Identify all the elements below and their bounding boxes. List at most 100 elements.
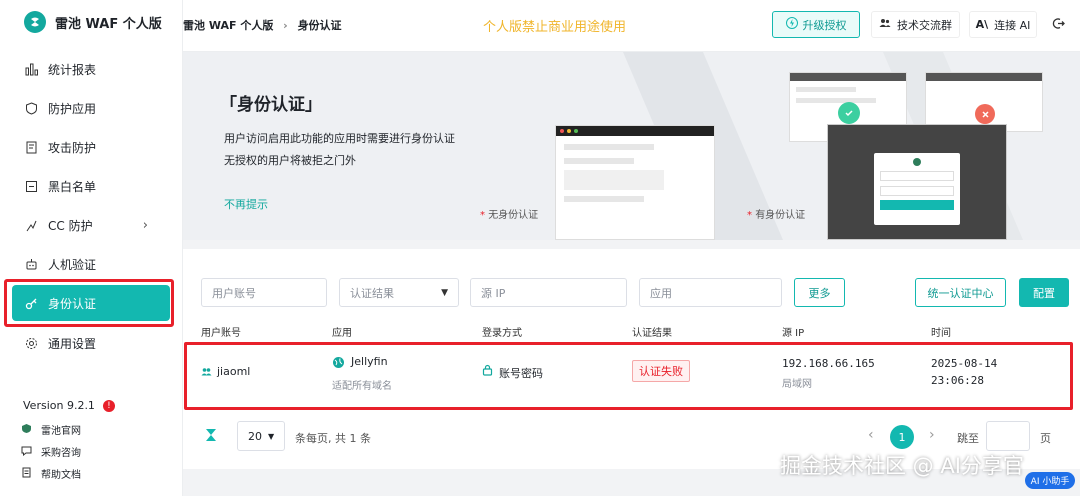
- jump-label: 跳至: [957, 432, 979, 445]
- caption-star: *: [480, 210, 485, 221]
- doc-icon: [21, 467, 32, 481]
- caption-star: *: [747, 210, 752, 221]
- version-info: Version 9.2.1 !: [23, 399, 115, 412]
- caret-down-icon: ▼: [268, 431, 275, 441]
- gear-icon: [24, 336, 38, 350]
- intro-banner: 「身份认证」 用户访问启用此功能的应用时需要进行身份认证 无授权的用户将被拒之门…: [183, 52, 1080, 240]
- sidebar: 雷池 WAF 个人版 统计报表 防护应用 攻击防护 黑白名单 CC 防护 › 人…: [0, 0, 183, 496]
- brand-mini-icon: [202, 426, 220, 447]
- more-filters-button[interactable]: 更多: [794, 278, 845, 307]
- col-header-user: 用户账号: [201, 328, 241, 339]
- col-header-result: 认证结果: [632, 328, 672, 339]
- page-1-button[interactable]: 1: [890, 425, 914, 449]
- sso-center-button[interactable]: 统一认证中心: [915, 278, 1006, 307]
- col-header-app: 应用: [332, 328, 352, 339]
- logo-icon: [24, 11, 46, 33]
- mock-browser-no-auth: [555, 125, 715, 240]
- sidebar-item-label: 攻击防护: [48, 140, 97, 155]
- chevron-right-icon: ›: [142, 217, 148, 233]
- highlight-box: [4, 279, 174, 327]
- sidebar-item-blacklist[interactable]: 黑白名单: [12, 168, 170, 204]
- sidebar-item-apps[interactable]: 防护应用: [12, 90, 170, 126]
- bolt-icon: [785, 17, 798, 32]
- caption-text: 有身份认证: [755, 210, 806, 221]
- sidebar-item-settings[interactable]: 通用设置: [12, 325, 170, 361]
- link-docs[interactable]: 帮助文档: [21, 466, 81, 481]
- connect-ai-button[interactable]: A\ 连接 AI: [969, 11, 1037, 38]
- pager-summary: 条每页, 共 1 条: [295, 432, 371, 445]
- col-header-time: 时间: [931, 328, 951, 339]
- version-text: Version 9.2.1: [23, 399, 95, 412]
- sidebar-item-stats[interactable]: 统计报表: [12, 51, 170, 87]
- sidebar-item-cc[interactable]: CC 防护 ›: [12, 207, 170, 243]
- group-icon: [879, 17, 891, 32]
- sidebar-item-label: 通用设置: [48, 336, 97, 351]
- sidebar-item-label: 黑白名单: [48, 179, 97, 194]
- app-logo[interactable]: 雷池 WAF 个人版: [24, 11, 162, 33]
- filter-ip-input[interactable]: 源 IP: [470, 278, 627, 307]
- cc-icon: [24, 218, 38, 232]
- update-badge[interactable]: !: [102, 399, 115, 412]
- banner-desc-1: 用户访问启用此功能的应用时需要进行身份认证: [224, 132, 455, 145]
- filter-app-input[interactable]: 应用: [639, 278, 782, 307]
- upgrade-label: 升级授权: [802, 18, 847, 32]
- col-header-login: 登录方式: [482, 328, 522, 339]
- breadcrumb: 雷池 WAF 个人版 › 身份认证: [183, 17, 342, 33]
- chart-icon: [24, 62, 38, 76]
- ai-assistant-button[interactable]: AI 小助手: [1025, 472, 1075, 489]
- link-label: 雷池官网: [41, 426, 81, 437]
- breadcrumb-separator: ›: [283, 19, 288, 32]
- highlight-box: [184, 342, 1073, 410]
- ai-label: 连接 AI: [994, 18, 1031, 32]
- logout-icon: [1052, 17, 1065, 33]
- sidebar-item-captcha[interactable]: 人机验证: [12, 246, 170, 282]
- deny-shield-icon: [975, 104, 995, 124]
- prev-page-button[interactable]: ‹: [868, 427, 874, 443]
- sidebar-item-attack[interactable]: 攻击防护: [12, 129, 170, 165]
- mock-auth-window: [827, 124, 1007, 240]
- attack-icon: [24, 140, 38, 154]
- upgrade-button[interactable]: 升级授权: [772, 11, 860, 38]
- sidebar-item-label: 统计报表: [48, 62, 97, 77]
- config-button[interactable]: 配置: [1019, 278, 1069, 307]
- sidebar-item-label: 人机验证: [48, 257, 97, 272]
- filter-user-input[interactable]: 用户账号: [201, 278, 327, 307]
- list-icon: [24, 179, 38, 193]
- col-header-ip: 源 IP: [782, 328, 805, 339]
- caption-with-auth: * 有身份认证: [747, 206, 805, 221]
- top-bar: 雷池 WAF 个人版 › 身份认证 个人版禁止商业用途使用 升级授权 技术交流群…: [183, 0, 1080, 52]
- sidebar-item-label: CC 防护: [48, 218, 93, 233]
- community-label: 技术交流群: [897, 18, 952, 32]
- filter-result-select[interactable]: 认证结果 ▼: [339, 278, 459, 307]
- link-purchase[interactable]: 采购咨询: [21, 444, 81, 459]
- link-website[interactable]: 雷池官网: [21, 422, 81, 437]
- breadcrumb-root[interactable]: 雷池 WAF 个人版: [183, 19, 273, 32]
- chat-icon: [21, 445, 32, 459]
- select-placeholder: 认证结果: [350, 286, 394, 300]
- caret-down-icon: ▼: [441, 287, 448, 298]
- shield-icon: [24, 101, 38, 115]
- website-icon: [21, 423, 32, 437]
- breadcrumb-current: 身份认证: [297, 19, 342, 32]
- link-label: 采购咨询: [41, 448, 81, 459]
- dismiss-link[interactable]: 不再提示: [224, 196, 268, 212]
- logout-button[interactable]: [1047, 11, 1069, 38]
- community-button[interactable]: 技术交流群: [871, 11, 960, 38]
- caption-text: 无身份认证: [488, 210, 539, 221]
- robot-icon: [24, 257, 38, 271]
- banner-title: 「身份认证」: [220, 95, 322, 115]
- check-shield-icon: [838, 102, 860, 124]
- watermark-text: 掘金技术社区 @ AI分享官: [780, 454, 1024, 478]
- jump-suffix: 页: [1040, 432, 1051, 445]
- mock-login-box: [874, 153, 960, 225]
- page-size-value: 20: [248, 429, 262, 443]
- sidebar-item-label: 防护应用: [48, 101, 97, 116]
- app-title: 雷池 WAF 个人版: [55, 16, 162, 32]
- main-content: 「身份认证」 用户访问启用此功能的应用时需要进行身份认证 无授权的用户将被拒之门…: [183, 52, 1080, 496]
- page-size-select[interactable]: 20 ▼: [237, 421, 285, 451]
- ai-icon: A\: [975, 18, 989, 31]
- next-page-button[interactable]: ›: [929, 427, 935, 443]
- mock-titlebar: [556, 126, 714, 136]
- jump-input[interactable]: [986, 421, 1030, 451]
- banner-desc-2: 无授权的用户将被拒之门外: [224, 154, 356, 167]
